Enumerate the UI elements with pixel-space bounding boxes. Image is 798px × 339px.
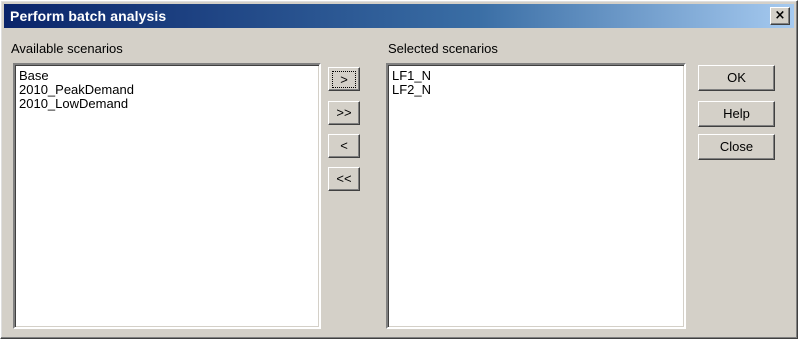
add-all-button[interactable]: >> bbox=[328, 101, 360, 125]
remove-selected-button[interactable]: < bbox=[328, 134, 360, 158]
selected-scenarios-label: Selected scenarios bbox=[388, 41, 498, 56]
add-selected-button[interactable]: > bbox=[328, 67, 360, 91]
remove-all-button[interactable]: << bbox=[328, 167, 360, 191]
close-icon[interactable]: × bbox=[770, 7, 790, 25]
window-title: Perform batch analysis bbox=[10, 8, 167, 24]
ok-button[interactable]: OK bbox=[698, 65, 775, 91]
available-scenarios-label: Available scenarios bbox=[11, 41, 123, 56]
list-item[interactable]: Base bbox=[19, 69, 315, 83]
list-item[interactable]: LF2_N bbox=[392, 83, 680, 97]
list-item[interactable]: 2010_LowDemand bbox=[19, 97, 315, 111]
help-button[interactable]: Help bbox=[698, 101, 775, 127]
selected-scenarios-list[interactable]: LF1_N LF2_N bbox=[386, 63, 686, 329]
dialog-window: Perform batch analysis × Available scena… bbox=[0, 0, 798, 339]
title-bar[interactable]: Perform batch analysis × bbox=[4, 4, 794, 28]
available-scenarios-list[interactable]: Base 2010_PeakDemand 2010_LowDemand bbox=[13, 63, 321, 329]
list-item[interactable]: 2010_PeakDemand bbox=[19, 83, 315, 97]
close-button[interactable]: Close bbox=[698, 134, 775, 160]
list-item[interactable]: LF1_N bbox=[392, 69, 680, 83]
